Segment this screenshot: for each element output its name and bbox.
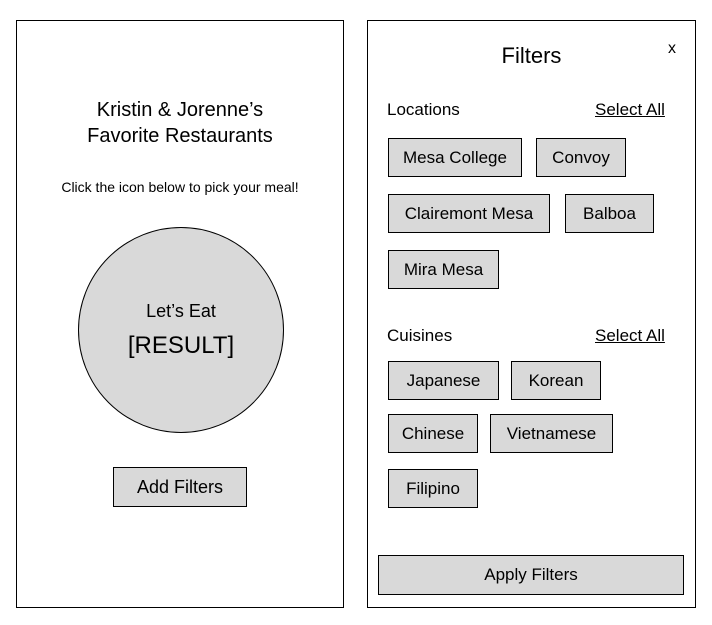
location-chip-convoy[interactable]: Convoy <box>536 138 626 177</box>
page-title-line-1: Kristin & Jorenne’s <box>96 99 264 121</box>
location-chip-mira-mesa[interactable]: Mira Mesa <box>388 250 499 289</box>
close-icon[interactable]: x <box>668 40 676 58</box>
cuisine-chip-filipino[interactable]: Filipino <box>388 469 478 508</box>
location-chip-balboa[interactable]: Balboa <box>565 194 654 233</box>
pick-meal-button[interactable]: Let’s Eat [RESULT] <box>78 227 284 433</box>
home-panel: Kristin & Jorenne’s Favorite Restaurants… <box>16 20 344 608</box>
location-chip-mesa-college[interactable]: Mesa College <box>388 138 522 177</box>
page-title: Kristin & Jorenne’s Favorite Restaurants <box>17 97 343 149</box>
cuisines-select-all-link[interactable]: Select All <box>595 326 665 346</box>
page-title-line-2: Favorite Restaurants <box>87 125 273 147</box>
location-chip-clairemont-mesa[interactable]: Clairemont Mesa <box>388 194 550 233</box>
instructions-text: Click the icon below to pick your meal! <box>61 179 299 195</box>
cuisine-chip-korean[interactable]: Korean <box>511 361 601 400</box>
cuisine-chip-vietnamese[interactable]: Vietnamese <box>490 414 613 453</box>
locations-label: Locations <box>387 100 460 119</box>
result-text: [RESULT] <box>127 332 235 359</box>
cuisines-label: Cuisines <box>387 326 453 345</box>
circle-caption: Let’s Eat <box>146 301 216 321</box>
cuisine-chip-chinese[interactable]: Chinese <box>388 414 478 453</box>
add-filters-button[interactable]: Add Filters <box>113 467 247 507</box>
apply-filters-button[interactable]: Apply Filters <box>378 555 684 595</box>
cuisine-chip-japanese[interactable]: Japanese <box>388 361 499 400</box>
filters-panel: Filters x Locations Select All Mesa Coll… <box>367 20 696 608</box>
filters-title: Filters <box>501 43 562 68</box>
locations-select-all-link[interactable]: Select All <box>595 100 665 120</box>
